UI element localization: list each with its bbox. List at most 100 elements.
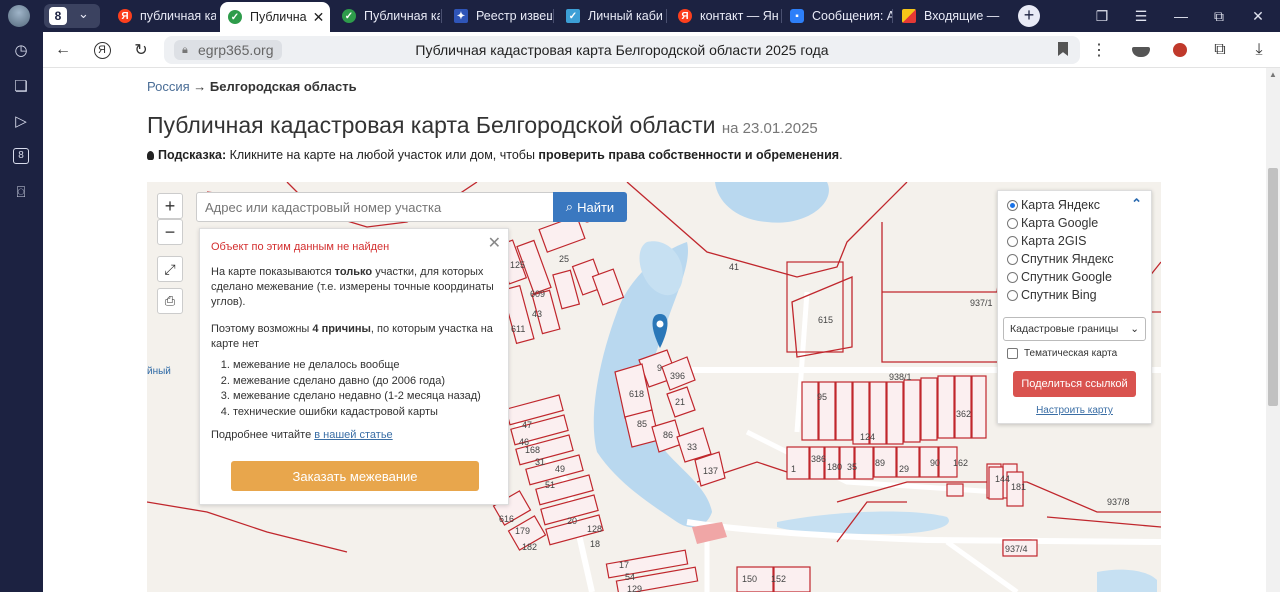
radio-selected[interactable] [1007,199,1018,211]
close-tab-icon[interactable]: ✕ [307,9,325,26]
parcel [946,483,964,497]
list-item: межевание не делалось вообще [233,358,497,374]
tab-lichny-kabinet[interactable]: ✓ Личный каби [558,3,664,29]
collections-icon[interactable]: ❏ [11,76,31,96]
parcel [920,377,938,441]
search-input[interactable] [196,192,554,222]
back-icon[interactable]: ← [53,40,73,60]
search-button-label: Найти [577,199,615,215]
scroll-up-arrow[interactable]: ▲ [1269,70,1277,79]
configure-map-link[interactable]: Настроить карту [998,405,1151,416]
tab-reestr[interactable]: ✦ Реестр извещ [446,3,552,29]
bookmarks-panel-icon[interactable]: ❐ [1092,6,1112,26]
tab-count-button[interactable]: 8 ⌄ [44,4,100,28]
parcel-label: 609 [530,289,545,299]
layer-option-yandex-map[interactable]: Карта Яндекс [1007,198,1100,212]
zoom-in-button[interactable]: + [157,193,183,219]
layers-panel: Карта Яндекс Карта Google Карта 2GIS Спу… [997,190,1152,424]
extension-icon[interactable] [1131,40,1151,60]
tab-publichnaya-3[interactable]: ✓ Публичная ка [334,3,440,29]
pond [777,511,949,534]
zoom-out-button[interactable]: − [157,219,183,245]
tab-publichnaya-active[interactable]: ✓ Публична ✕ [220,2,330,32]
search-button[interactable]: ⌕ Найти [553,192,627,222]
chevron-down-icon: ⌄ [78,6,89,21]
parcel-boundary [147,501,348,553]
fullscreen-button[interactable]: ⤢ [157,256,183,282]
reload-icon[interactable]: ↻ [131,40,151,60]
parcel-label: 362 [956,409,971,419]
layer-option-2gis-map[interactable]: Карта 2GIS [1007,234,1086,248]
more-icon[interactable]: ⋮ [1089,40,1109,60]
video-icon[interactable]: ▷ [11,111,31,131]
print-button[interactable]: ⎙ [157,288,183,314]
breadcrumb-root-link[interactable]: Россия [147,79,190,94]
info-paragraph: На карте показываются только участки, дл… [211,266,494,308]
collections-icon[interactable]: ⧉ [1210,40,1230,60]
tab-label: Публичная ка [364,9,440,23]
history-icon[interactable]: ◷ [11,40,31,60]
new-tab-button[interactable]: + [1018,5,1040,27]
layer-option-google-satellite[interactable]: Спутник Google [1007,270,1112,284]
parcel-label: 54 [625,572,635,582]
parcel-boundary [882,221,1008,293]
tab-label: публичная ка [140,9,216,23]
chevron-up-icon[interactable]: ⌃ [1131,196,1142,212]
screenshot-icon[interactable]: ⌼ [11,182,31,202]
url-field[interactable]: 🔒︎ egrp365.org Публичная кадастровая кар… [164,36,1080,64]
yandex-home-icon[interactable]: Я [92,40,112,60]
page-content: Россия → Белгородская область Публичная … [43,68,1266,592]
layer-option-bing-satellite[interactable]: Спутник Bing [1007,288,1097,302]
radio[interactable] [1007,271,1018,283]
address-bar: ← Я ↻ 🔒︎ egrp365.org Публичная кадастров… [43,32,1280,68]
scrollbar-thumb[interactable] [1268,168,1278,406]
layer-option-yandex-satellite[interactable]: Спутник Яндекс [1007,252,1114,266]
parcel-label: 182 [522,542,537,552]
parcel-label: 162 [953,458,968,468]
tabs-counter-icon[interactable]: 8 [11,146,31,166]
parcel-label: 137 [703,466,718,476]
radio[interactable] [1007,217,1018,229]
radio[interactable] [1007,289,1018,301]
checkbox[interactable] [1007,348,1018,359]
page-title: Публичная кадастровая карта Белгородской… [147,112,818,139]
error-message: Объект по этим данным не найден [211,241,390,253]
tab-soobshcheniya[interactable]: ▪ Сообщения: А [782,3,892,29]
pond [1097,569,1157,592]
cadastral-map[interactable]: 41 615 937/1 938/1 9 396 618 21 85 86 33… [147,182,1161,592]
scrollbar[interactable]: ▲ [1266,68,1280,592]
hint-bold: проверить права собственности и обремене… [538,148,840,162]
share-link-button[interactable]: Поделиться ссылкой [1013,371,1136,397]
parcel-label: 95 [817,392,827,402]
close-icon[interactable]: ✕ [488,233,501,253]
edge-street-label: йный [147,366,171,377]
parcel-label: 47 [522,420,532,430]
radio[interactable] [1007,235,1018,247]
minimize-icon[interactable]: — [1171,6,1191,26]
tab-kontakt[interactable]: Я контакт — Ян [670,3,780,29]
parcel-label: 89 [875,458,885,468]
tab-vkhodyashchie[interactable]: Входящие — [894,3,1004,29]
download-icon[interactable]: ⤓ [1249,40,1269,60]
parcel-label: 33 [687,442,697,452]
boundaries-select[interactable]: Кадастровые границы ⌄ [1003,317,1146,341]
article-link[interactable]: в нашей статье [314,429,392,441]
parcel-label: 616 [499,514,514,524]
parcel-label: 49 [555,464,565,474]
restore-icon[interactable]: ⧉ [1209,6,1229,26]
parcel [835,381,853,441]
tab-publichnaya-1[interactable]: Я публичная ка [110,3,216,29]
check-shield-icon: ✓ [342,9,356,23]
browser-logo-icon[interactable] [8,5,30,27]
thematic-map-checkbox[interactable]: Тематическая карта [1007,348,1117,359]
order-survey-button[interactable]: Заказать межевание [231,461,479,491]
extension-icon[interactable] [1170,40,1190,60]
menu-icon[interactable]: ☰ [1131,6,1151,26]
parcel-label: 179 [515,526,530,536]
yandex-icon: Я [118,9,132,23]
parcel-label: 937/4 [1005,544,1028,554]
radio[interactable] [1007,253,1018,265]
parcel-label: 386 [811,454,826,464]
layer-option-google-map[interactable]: Карта Google [1007,216,1098,230]
close-window-icon[interactable]: ✕ [1248,6,1268,26]
